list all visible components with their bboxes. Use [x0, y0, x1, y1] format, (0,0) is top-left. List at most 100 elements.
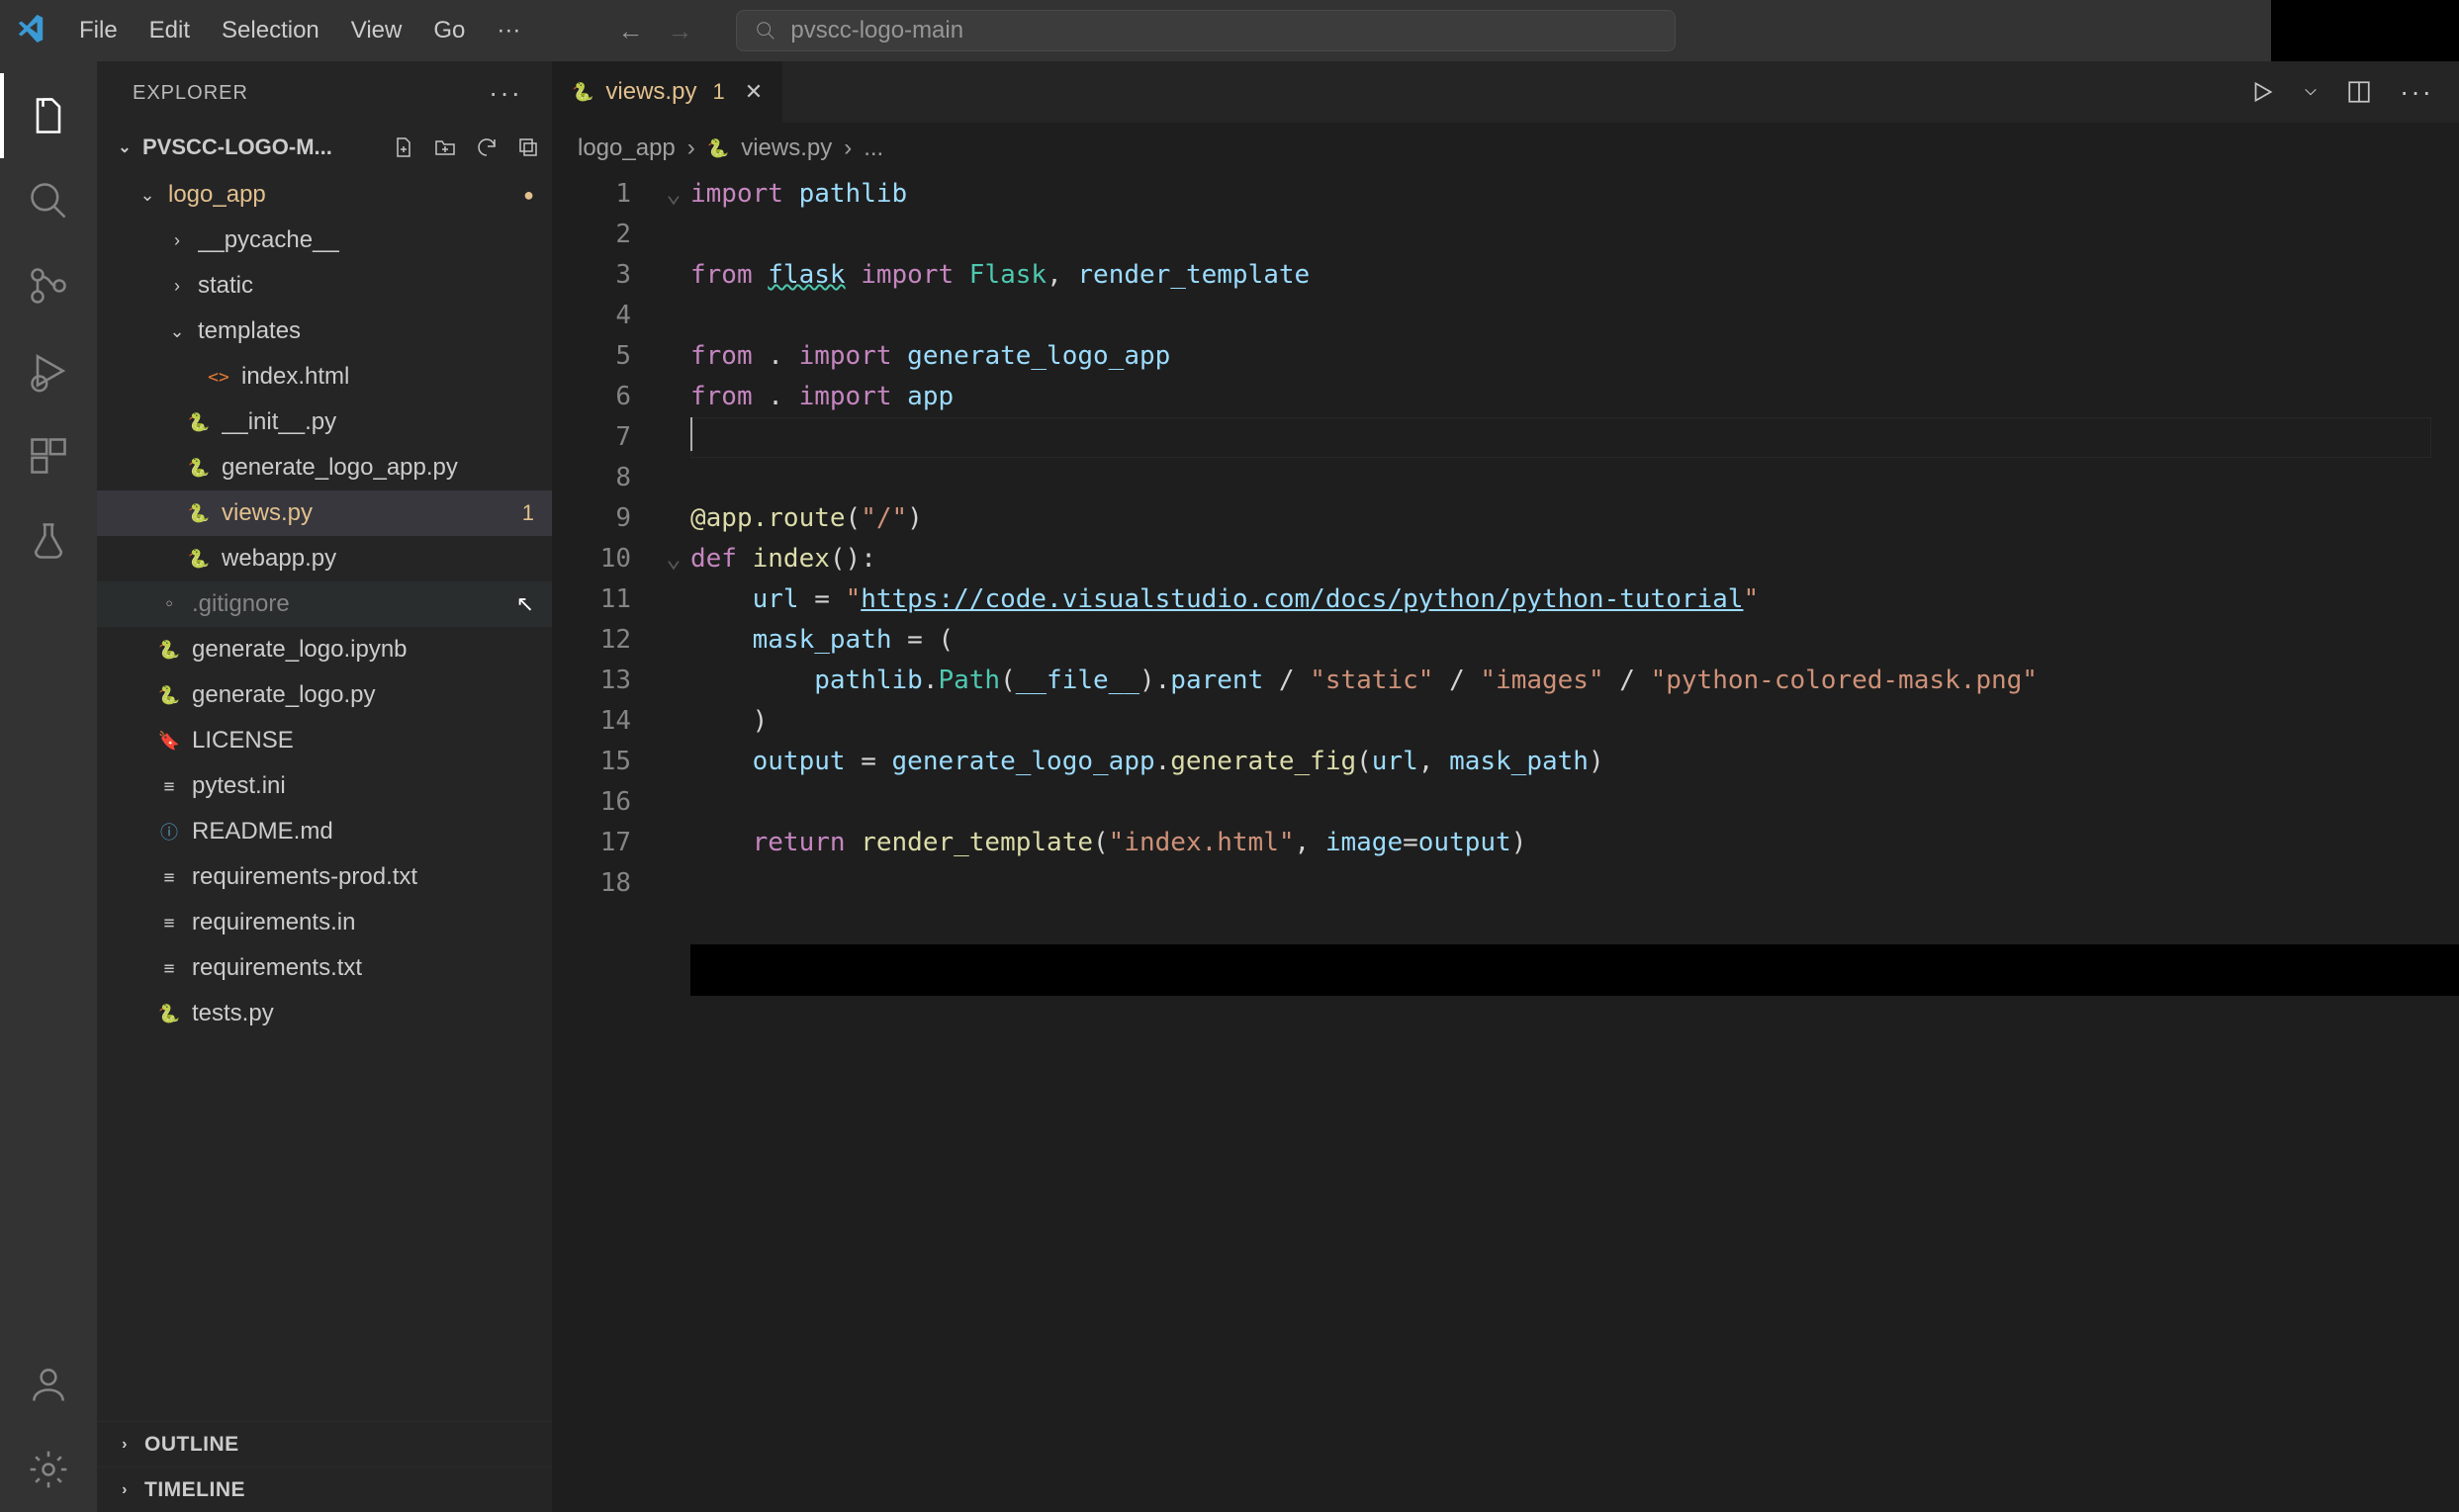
folder-actions: [392, 135, 540, 159]
redacted-region: [690, 944, 2459, 996]
chevron-right-icon: ›: [687, 134, 695, 162]
text-file-icon: ≡: [156, 958, 182, 979]
tab-views-py[interactable]: 🐍 views.py 1 ✕: [552, 61, 783, 123]
activity-run-debug-icon[interactable]: [0, 328, 97, 413]
nav-forward-icon[interactable]: →: [667, 18, 692, 44]
problems-count-badge: 1: [522, 500, 534, 526]
python-file-icon: 🐍: [572, 82, 593, 103]
code-content[interactable]: import pathlib from flask import Flask, …: [690, 174, 2439, 863]
refresh-icon[interactable]: [475, 135, 499, 159]
activity-settings-icon[interactable]: [0, 1427, 97, 1512]
tree-folder-logo-app[interactable]: ⌄ logo_app ●: [97, 172, 552, 218]
tree-file-readme[interactable]: ⓘ README.md: [97, 809, 552, 854]
tree-file-views[interactable]: 🐍 views.py 1: [97, 490, 552, 536]
ini-file-icon: ≡: [156, 776, 182, 797]
text-cursor: [690, 417, 692, 451]
breadcrumb-segment[interactable]: ...: [864, 134, 883, 162]
python-file-icon: 🐍: [156, 685, 182, 706]
tab-problems-badge: 1: [712, 79, 724, 105]
tab-bar: 🐍 views.py 1 ✕ ···: [552, 61, 2459, 123]
gitignore-file-icon: ◦: [156, 594, 182, 615]
tree-folder-templates[interactable]: ⌄ templates: [97, 309, 552, 354]
tree-folder-static[interactable]: › static: [97, 263, 552, 309]
activity-accounts-icon[interactable]: [0, 1342, 97, 1427]
editor-more-icon[interactable]: ···: [2400, 76, 2433, 108]
menu-edit[interactable]: Edit: [136, 11, 204, 50]
file-tree: ⌄ logo_app ● › __pycache__ › static ⌄ te…: [97, 170, 552, 1421]
breadcrumb-segment[interactable]: logo_app: [578, 134, 676, 162]
modified-indicator-icon: ●: [523, 185, 534, 206]
breadcrumb[interactable]: logo_app › 🐍 views.py › ...: [552, 123, 2459, 174]
tree-file-req-prod[interactable]: ≡ requirements-prod.txt: [97, 854, 552, 900]
info-file-icon: ⓘ: [156, 819, 182, 845]
run-icon[interactable]: [2249, 79, 2275, 105]
nav-arrows: ← →: [617, 18, 692, 44]
fold-gutter[interactable]: ⌄⌄: [661, 174, 686, 579]
activity-explorer-icon[interactable]: [0, 73, 97, 158]
tree-file-license[interactable]: 🔖 LICENSE: [97, 718, 552, 763]
editor-actions: ···: [2249, 61, 2459, 123]
python-file-icon: 🐍: [186, 503, 212, 524]
menu-bar: File Edit Selection View Go: [65, 11, 479, 50]
outline-panel-header[interactable]: › OUTLINE: [97, 1421, 552, 1467]
cursor-icon: ↖: [516, 591, 534, 617]
search-icon: [755, 20, 776, 42]
chevron-down-icon: ⌄: [166, 321, 188, 342]
tree-file-gitignore[interactable]: ◦ .gitignore ↖: [97, 581, 552, 627]
tree-file-generate-py[interactable]: 🐍 generate_logo.py: [97, 672, 552, 718]
tree-folder-pycache[interactable]: › __pycache__: [97, 218, 552, 263]
tab-label: views.py: [605, 78, 696, 106]
new-folder-icon[interactable]: [433, 135, 457, 159]
notebook-file-icon: 🐍: [156, 640, 182, 661]
tree-file-webapp[interactable]: 🐍 webapp.py: [97, 536, 552, 581]
python-file-icon: 🐍: [186, 412, 212, 433]
breadcrumb-segment[interactable]: views.py: [741, 134, 832, 162]
chevron-right-icon: ›: [115, 1481, 135, 1499]
sidebar-bottom-panels: › OUTLINE › TIMELINE: [97, 1421, 552, 1512]
folder-name: PVSCC-LOGO-M...: [142, 134, 384, 160]
tree-file-tests[interactable]: 🐍 tests.py: [97, 991, 552, 1036]
tree-file-ipynb[interactable]: 🐍 generate_logo.ipynb: [97, 627, 552, 672]
code-editor[interactable]: 123456789101112131415161718 ⌄⌄ import pa…: [552, 174, 2459, 1512]
menu-view[interactable]: View: [337, 11, 416, 50]
run-dropdown-icon[interactable]: [2303, 79, 2319, 105]
menu-selection[interactable]: Selection: [208, 11, 333, 50]
explorer-header: EXPLORER ···: [97, 61, 552, 125]
nav-back-icon[interactable]: ←: [617, 18, 643, 44]
command-center[interactable]: pvscc-logo-main: [736, 10, 1676, 51]
activity-extensions-icon[interactable]: [0, 413, 97, 498]
menu-overflow-icon[interactable]: ···: [487, 11, 530, 50]
folder-header[interactable]: ⌄ PVSCC-LOGO-M...: [97, 125, 552, 170]
split-editor-icon[interactable]: [2346, 79, 2372, 105]
tree-file-req-txt[interactable]: ≡ requirements.txt: [97, 945, 552, 991]
python-file-icon: 🐍: [156, 1004, 182, 1024]
title-bar: File Edit Selection View Go ··· ← → pvsc…: [0, 0, 2459, 61]
chevron-down-icon: ⌄: [137, 185, 158, 206]
tree-file-pytest[interactable]: ≡ pytest.ini: [97, 763, 552, 809]
menu-go[interactable]: Go: [419, 11, 479, 50]
tree-file-index-html[interactable]: <> index.html: [97, 354, 552, 400]
text-file-icon: ≡: [156, 913, 182, 934]
command-center-text: pvscc-logo-main: [790, 17, 963, 44]
tree-file-req-in[interactable]: ≡ requirements.in: [97, 900, 552, 945]
activity-source-control-icon[interactable]: [0, 243, 97, 328]
chevron-down-icon: ⌄: [115, 137, 135, 157]
python-file-icon: 🐍: [186, 549, 212, 570]
sidebar-explorer: EXPLORER ··· ⌄ PVSCC-LOGO-M... ⌄ logo_ap…: [97, 61, 552, 1512]
timeline-panel-header[interactable]: › TIMELINE: [97, 1467, 552, 1512]
chevron-right-icon: ›: [166, 230, 188, 251]
activity-bar: [0, 61, 97, 1512]
collapse-all-icon[interactable]: [516, 135, 540, 159]
python-file-icon: 🐍: [707, 138, 729, 159]
text-file-icon: ≡: [156, 867, 182, 888]
window-controls-placeholder: [2271, 0, 2459, 61]
activity-search-icon[interactable]: [0, 158, 97, 243]
explorer-more-icon[interactable]: ···: [489, 77, 522, 109]
tree-file-init[interactable]: 🐍 __init__.py: [97, 400, 552, 445]
new-file-icon[interactable]: [392, 135, 415, 159]
close-tab-icon[interactable]: ✕: [745, 79, 763, 105]
menu-file[interactable]: File: [65, 11, 132, 50]
tree-file-generate-app[interactable]: 🐍 generate_logo_app.py: [97, 445, 552, 490]
chevron-right-icon: ›: [115, 1436, 135, 1454]
activity-testing-icon[interactable]: [0, 498, 97, 583]
